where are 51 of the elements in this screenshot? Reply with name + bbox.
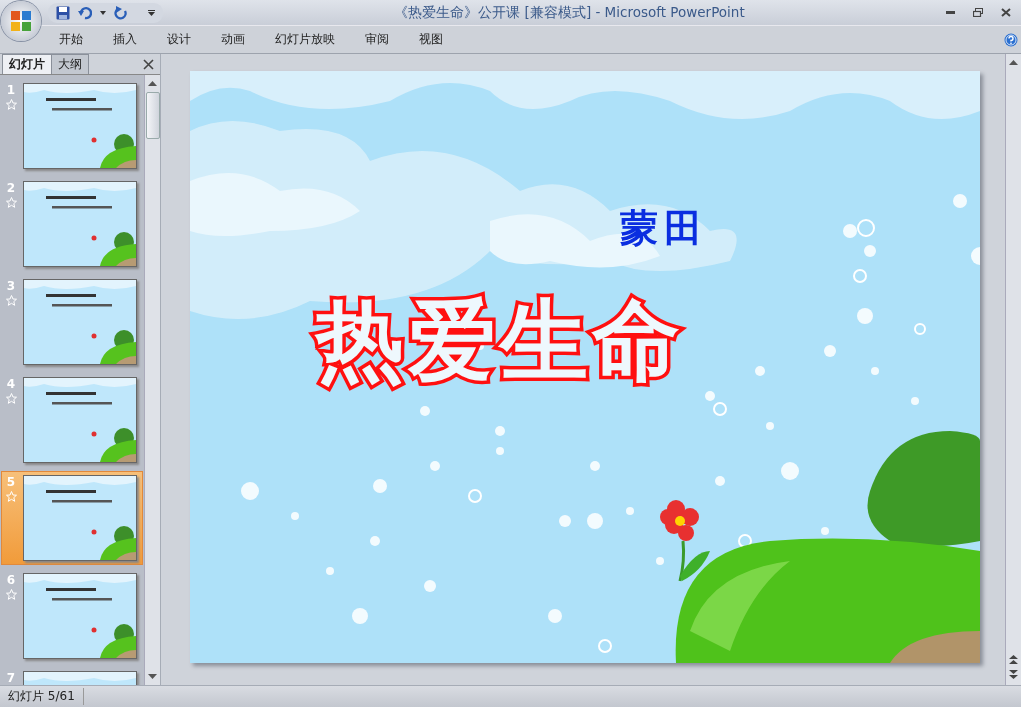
customize-caret-icon[interactable] [148, 9, 155, 16]
close-icon[interactable] [143, 59, 154, 70]
slide-indicator: 幻灯片 5/61 [0, 688, 84, 705]
scroll-up-icon[interactable] [148, 81, 157, 86]
scrollbar[interactable] [144, 75, 160, 685]
star-icon [5, 99, 17, 110]
caret-icon[interactable] [100, 10, 106, 15]
ribbon-tab[interactable]: 动画 [206, 28, 260, 51]
ribbon-tab[interactable]: 插入 [98, 28, 152, 51]
star-icon [5, 589, 17, 600]
panel-tab[interactable]: 大纲 [51, 54, 89, 74]
star-icon [5, 393, 17, 404]
office-logo-icon [10, 10, 32, 32]
ribbon-tab[interactable]: 设计 [152, 28, 206, 51]
scroll-down-icon[interactable] [148, 674, 157, 679]
star-icon [5, 491, 17, 502]
ribbon-tab[interactable]: 开始 [44, 28, 98, 51]
next-slide-icon[interactable] [1009, 670, 1018, 679]
slide-number: 7 [6, 671, 16, 685]
ribbon-tab[interactable]: 视图 [404, 28, 458, 51]
slide-number: 4 [6, 377, 16, 391]
slide-thumbnail-drawing[interactable] [23, 475, 137, 561]
star-icon [5, 197, 17, 208]
slide-thumbnail-drawing[interactable] [23, 83, 137, 169]
ribbon-tab[interactable]: 审阅 [350, 28, 404, 51]
close-icon[interactable] [1001, 8, 1011, 17]
slide-number: 1 [6, 83, 16, 97]
slide-thumbnail-drawing[interactable] [23, 181, 137, 267]
help-icon[interactable] [1004, 32, 1018, 47]
star-icon [5, 295, 17, 306]
office-button[interactable] [1, 1, 41, 41]
slide-number: 5 [6, 475, 16, 489]
scroll-up-icon[interactable] [1009, 60, 1018, 65]
ribbon-tab[interactable]: 幻灯片放映 [260, 28, 350, 51]
slide-number: 3 [6, 279, 16, 293]
slide-number: 6 [6, 573, 16, 587]
undo-icon[interactable] [78, 5, 92, 20]
slide-thumbnail-drawing[interactable] [23, 573, 137, 659]
slide-author-text: 蒙田 [620, 204, 708, 252]
restore-icon[interactable] [973, 8, 983, 17]
slide-number: 2 [6, 181, 16, 195]
slide-thumbnail-drawing[interactable] [23, 377, 137, 463]
scrollbar[interactable] [1005, 54, 1021, 685]
slide-thumbnail-drawing[interactable] [23, 279, 137, 365]
save-icon[interactable] [56, 5, 70, 20]
redo-icon[interactable] [114, 5, 128, 20]
previous-slide-icon[interactable] [1009, 655, 1018, 664]
window-title: 《热爱生命》公开课 [兼容模式] - Microsoft PowerPoint [393, 3, 746, 22]
panel-tab[interactable]: 幻灯片 [2, 54, 52, 74]
slide-title-text: 热爱生命 [316, 293, 684, 390]
scroll-thumb[interactable] [145, 92, 160, 139]
